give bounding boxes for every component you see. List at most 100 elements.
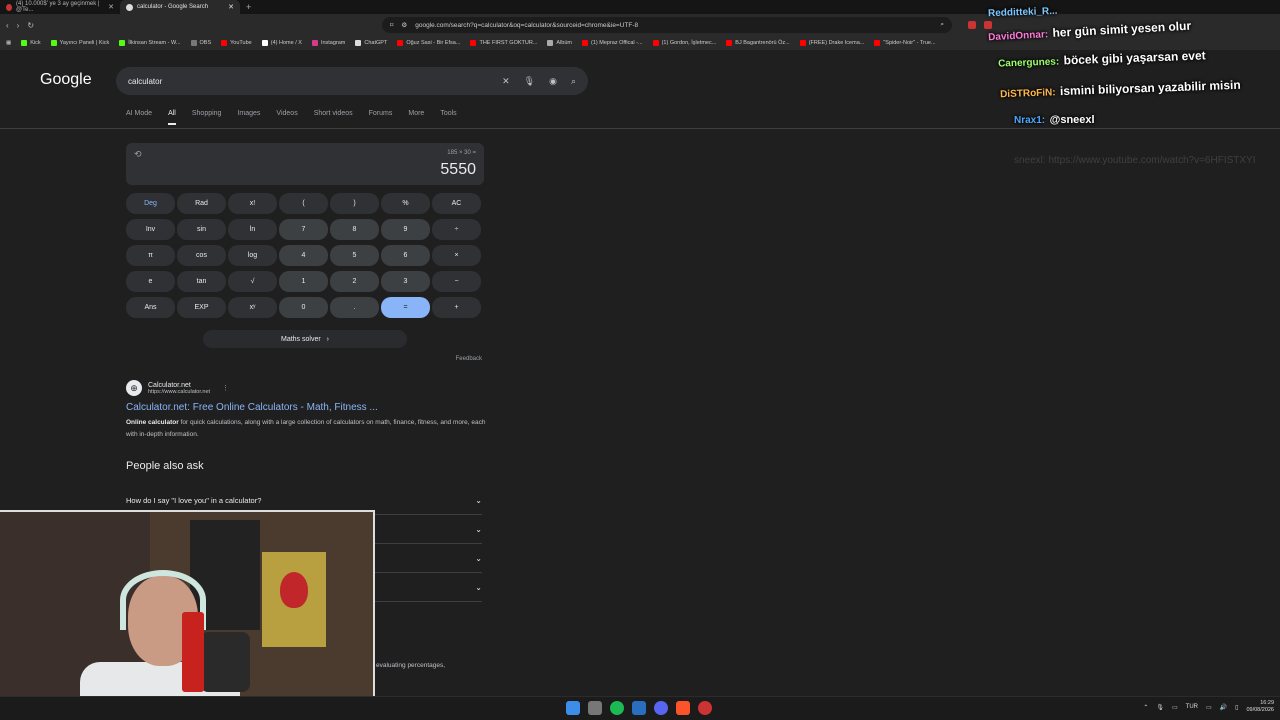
more-options-icon[interactable]: ⋮ [222, 384, 229, 392]
tab-all[interactable]: All [168, 110, 176, 125]
key-exp[interactable]: EXP [177, 297, 226, 318]
new-tab-button[interactable]: + [240, 2, 257, 12]
key-e[interactable]: e [126, 271, 175, 292]
key-pi[interactable]: π [126, 245, 175, 266]
tab-forums[interactable]: Forums [369, 110, 393, 125]
key-inv[interactable]: Inv [126, 219, 175, 240]
key-9[interactable]: 9 [381, 219, 430, 240]
key-percent[interactable]: % [381, 193, 430, 214]
bookmark-item[interactable]: Albüm [547, 40, 572, 46]
brave-shield-icon[interactable] [968, 21, 977, 29]
bookmark-item[interactable]: Yayıncı Paneli | Kick [50, 40, 109, 46]
forward-icon[interactable]: › [17, 21, 20, 30]
search-icon[interactable]: ⌕ [571, 76, 576, 87]
site-info-icon[interactable]: ⚙ [401, 21, 407, 29]
zoom-icon[interactable]: ⌕ [940, 21, 944, 29]
bookmark-item[interactable]: Kick [21, 40, 41, 46]
feedback-link[interactable]: Feedback [126, 356, 484, 362]
bookmark-item[interactable]: (1) Mepraz Offical -... [582, 40, 643, 46]
tab-shopping[interactable]: Shopping [192, 110, 222, 125]
google-logo[interactable]: Google [40, 71, 92, 89]
bookmark-icon[interactable]: ⌑ [390, 21, 393, 29]
key-rad[interactable]: Rad [177, 193, 226, 214]
bookmark-item[interactable]: Oğuz Sasi - Bir Efsa... [397, 40, 460, 46]
history-icon[interactable]: ⟲ [134, 149, 142, 160]
key-8[interactable]: 8 [330, 219, 379, 240]
key-4[interactable]: 4 [279, 245, 328, 266]
steam-icon[interactable] [632, 701, 646, 715]
key-7[interactable]: 7 [279, 219, 328, 240]
clear-icon[interactable]: ✕ [502, 76, 510, 87]
tab-images[interactable]: Images [237, 110, 260, 125]
key-factorial[interactable]: x! [228, 193, 277, 214]
tab-ai-mode[interactable]: AI Mode [126, 110, 152, 125]
key-power[interactable]: xʸ [228, 297, 277, 318]
tab-google[interactable]: calculator - Google Search ✕ [120, 0, 240, 14]
key-ans[interactable]: Ans [126, 297, 175, 318]
key-cos[interactable]: cos [177, 245, 226, 266]
windows-start-icon[interactable] [566, 701, 580, 715]
lens-icon[interactable]: ◉ [549, 76, 557, 87]
key-divide[interactable]: ÷ [432, 219, 481, 240]
key-6[interactable]: 6 [381, 245, 430, 266]
clock[interactable]: 16:29 09/08/2026 [1246, 700, 1274, 714]
apps-icon[interactable]: ▦ [6, 40, 11, 46]
key-sin[interactable]: sin [177, 219, 226, 240]
bookmark-item[interactable]: ChatGPT [355, 40, 387, 46]
result-title-link[interactable]: Calculator.net: Free Online Calculators … [126, 402, 486, 413]
key-ac[interactable]: AC [432, 193, 481, 214]
tab-youtube[interactable]: (4) 10.000$' ye 3 ay geçinmek | @Te... ✕ [0, 0, 120, 14]
address-url[interactable]: google.com/search?q=calculator&oq=calcul… [415, 22, 932, 29]
bookmark-item[interactable]: Instagram [311, 40, 345, 46]
key-open-paren[interactable]: ( [279, 193, 328, 214]
volume-icon[interactable]: 🔊 [1220, 704, 1227, 711]
key-3[interactable]: 3 [381, 271, 430, 292]
file-explorer-icon[interactable] [588, 701, 602, 715]
key-2[interactable]: 2 [330, 271, 379, 292]
display-icon[interactable]: ▭ [1172, 704, 1178, 711]
back-icon[interactable]: ‹ [6, 21, 9, 30]
key-1[interactable]: 1 [279, 271, 328, 292]
mic-icon[interactable]: 🎙 [1156, 704, 1164, 711]
network-icon[interactable]: ▭ [1206, 704, 1212, 711]
language-indicator[interactable]: TUR [1186, 704, 1198, 710]
key-deg[interactable]: Deg [126, 193, 175, 214]
key-5[interactable]: 5 [330, 245, 379, 266]
chevron-up-icon[interactable]: ⌃ [1143, 704, 1148, 711]
obs-icon[interactable] [698, 701, 712, 715]
key-sqrt[interactable]: √ [228, 271, 277, 292]
key-multiply[interactable]: × [432, 245, 481, 266]
bookmark-item[interactable]: YouTube [221, 40, 252, 46]
key-log[interactable]: log [228, 245, 277, 266]
tab-tools[interactable]: Tools [440, 110, 456, 125]
mic-icon[interactable]: 🎙 [524, 76, 535, 87]
close-icon[interactable]: ✕ [228, 3, 234, 11]
maths-solver-button[interactable]: Maths solver › [203, 330, 407, 348]
bookmark-item[interactable]: İlkinsan Stream - W... [119, 40, 181, 46]
key-subtract[interactable]: − [432, 271, 481, 292]
brave-browser-icon[interactable] [676, 701, 690, 715]
key-0[interactable]: 0 [279, 297, 328, 318]
bookmark-item[interactable]: "Spider-Noir" - True... [874, 40, 936, 46]
address-bar[interactable]: ⌑ ⚙ google.com/search?q=calculator&oq=ca… [382, 17, 953, 33]
key-close-paren[interactable]: ) [330, 193, 379, 214]
key-ln[interactable]: ln [228, 219, 277, 240]
reload-icon[interactable]: ↻ [27, 21, 34, 30]
bookmark-item[interactable]: THE FIRST GOKTUR... [470, 40, 537, 46]
bookmark-item[interactable]: BJ Bagantrenörü Öz... [726, 40, 790, 46]
close-icon[interactable]: ✕ [108, 3, 114, 11]
key-decimal[interactable]: . [330, 297, 379, 318]
spotify-icon[interactable] [610, 701, 624, 715]
key-tan[interactable]: tan [177, 271, 226, 292]
key-equals[interactable]: = [381, 297, 430, 318]
tab-videos[interactable]: Videos [276, 110, 297, 125]
bookmark-item[interactable]: OBS [190, 40, 211, 46]
bookmark-item[interactable]: (4) Home / X [261, 40, 302, 46]
battery-icon[interactable]: ▯ [1235, 704, 1238, 711]
discord-icon[interactable] [654, 701, 668, 715]
tab-short-videos[interactable]: Short videos [314, 110, 353, 125]
result-site[interactable]: ⊕ Calculator.net https://www.calculator.… [126, 380, 486, 396]
key-add[interactable]: + [432, 297, 481, 318]
search-box[interactable]: calculator ✕ 🎙 ◉ ⌕ [116, 67, 588, 95]
tab-more[interactable]: More [408, 110, 424, 125]
